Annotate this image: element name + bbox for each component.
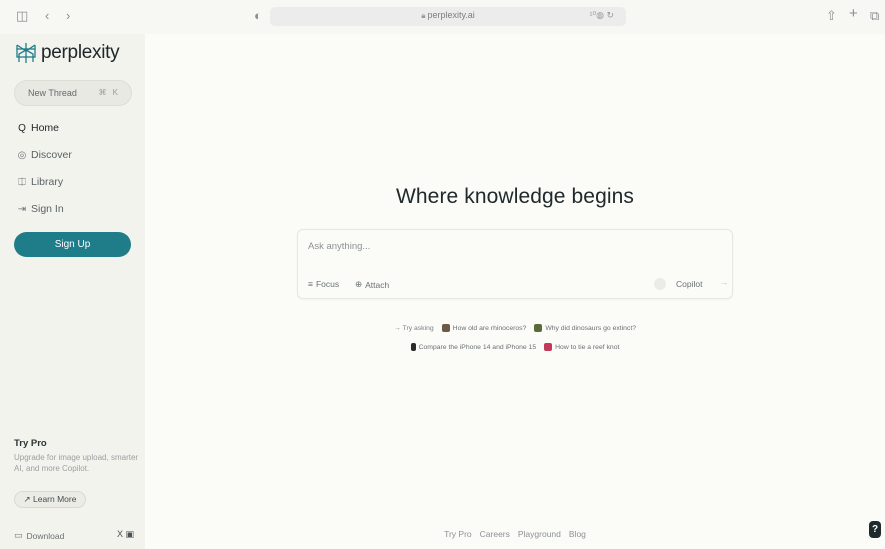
copilot-label: Copilot [676,279,703,289]
lock-icon: 🔒︎ [421,11,426,20]
learn-more-button[interactable]: ↗ Learn More [14,491,86,508]
knot-icon [544,343,553,351]
suggestion-chip[interactable]: Why did dinosaurs go extinct? [534,322,636,334]
library-icon: ⎅ [18,176,26,188]
sidebar: perplexity New Thread ⌘ K Q Home ◎ Disco… [0,34,145,549]
sidebar-item-label: Home [31,122,60,134]
browser-toolbar: ◫ ‹ › ◐ 🔒︎ perplexity.ai ¹⁰◍ ↻ ⇧ + ⧉ [0,0,885,34]
attach-label: Attach [365,279,390,290]
new-tab-icon[interactable]: + [849,6,858,22]
help-button[interactable]: ? [869,521,881,538]
try-pro-panel: Try Pro Upgrade for image upload, smarte… [14,438,139,474]
logo[interactable]: perplexity [14,42,120,64]
sidebar-item-sign-in[interactable]: ⇥ Sign In [16,201,64,217]
sidebar-item-home[interactable]: Q Home [16,120,59,136]
sign-in-icon: ⇥ [17,203,27,215]
suggestion-label: How to tie a reef knot [555,343,620,351]
rhino-icon [441,324,450,332]
try-asking-label: → Try asking [393,324,434,332]
address-bar[interactable]: 🔒︎ perplexity.ai ¹⁰◍ ↻ [270,7,626,26]
download-icon: ▭ [14,530,23,540]
try-pro-description: Upgrade for image upload, smarter AI, an… [14,453,139,473]
new-thread-button[interactable]: New Thread ⌘ K [14,80,132,106]
search-icon: Q [18,122,26,134]
suggestion-label: Compare the iPhone 14 and iPhone 15 [418,343,537,351]
footer-link-playground[interactable]: Playground [518,529,561,539]
sidebar-toggle-icon[interactable]: ◫ [16,8,28,24]
back-icon[interactable]: ‹ [45,8,49,24]
try-pro-title: Try Pro [14,438,47,449]
footer-link-careers[interactable]: Careers [480,529,510,539]
suggestion-chip[interactable]: Compare the iPhone 14 and iPhone 15 [410,341,537,353]
footer-link-try-pro[interactable]: Try Pro [444,529,472,539]
footer-links: Try Pro Careers Playground Blog [145,529,885,539]
shield-icon[interactable]: ◐ [254,8,262,24]
download-label: Download [26,530,65,541]
logo-text: perplexity [41,42,120,63]
sidebar-item-discover[interactable]: ◎ Discover [16,147,72,163]
download-link[interactable]: ▭ Download [14,530,64,541]
new-thread-label: New Thread [28,88,77,98]
perplexity-logo-icon [16,43,36,63]
filter-icon: ≡ [308,279,313,289]
share-icon[interactable]: ⇧ [826,8,837,24]
sidebar-item-label: Discover [31,149,72,161]
main-content: Where knowledge begins Ask anything... ≡… [145,34,885,549]
tabs-overview-icon[interactable]: ⧉ [870,8,879,24]
sidebar-item-library[interactable]: ⎅ Library [16,174,63,190]
page-title: Where knowledge begins [395,185,634,208]
suggestions-row: → Try asking How old are rhinoceros? Why… [145,322,885,334]
ask-input[interactable]: Ask anything... [308,241,370,252]
send-arrow-icon[interactable]: → [718,277,730,290]
compass-icon: ◎ [17,149,27,161]
suggestions-row: Compare the iPhone 14 and iPhone 15 How … [145,341,885,353]
new-thread-shortcut: ⌘ K [98,88,120,97]
suggestion-label: How old are rhinoceros? [452,324,527,332]
plus-circle-icon: ⊕ [355,279,363,289]
dinosaur-icon [534,324,543,332]
url-text: perplexity.ai [427,10,475,20]
suggestion-chip[interactable]: How to tie a reef knot [544,341,619,353]
sidebar-item-label: Sign In [31,203,64,215]
suggestion-label: Why did dinosaurs go extinct? [545,324,637,332]
forward-icon[interactable]: › [66,8,70,24]
suggestion-chip[interactable]: How old are rhinoceros? [441,322,527,334]
footer-link-blog[interactable]: Blog [569,529,586,539]
social-links[interactable]: X ▣ [117,529,134,540]
attach-button[interactable]: ⊕ Attach [355,279,389,290]
ask-input-box[interactable]: Ask anything... ≡ Focus ⊕ Attach Copilot… [297,229,733,299]
copilot-toggle[interactable] [654,278,666,290]
focus-label: Focus [315,279,340,289]
focus-button[interactable]: ≡ Focus [308,279,339,289]
phone-icon [410,343,416,351]
sidebar-item-label: Library [31,176,64,188]
sign-up-button[interactable]: Sign Up [14,232,131,257]
reload-icon[interactable]: ¹⁰◍ ↻ [590,10,615,21]
